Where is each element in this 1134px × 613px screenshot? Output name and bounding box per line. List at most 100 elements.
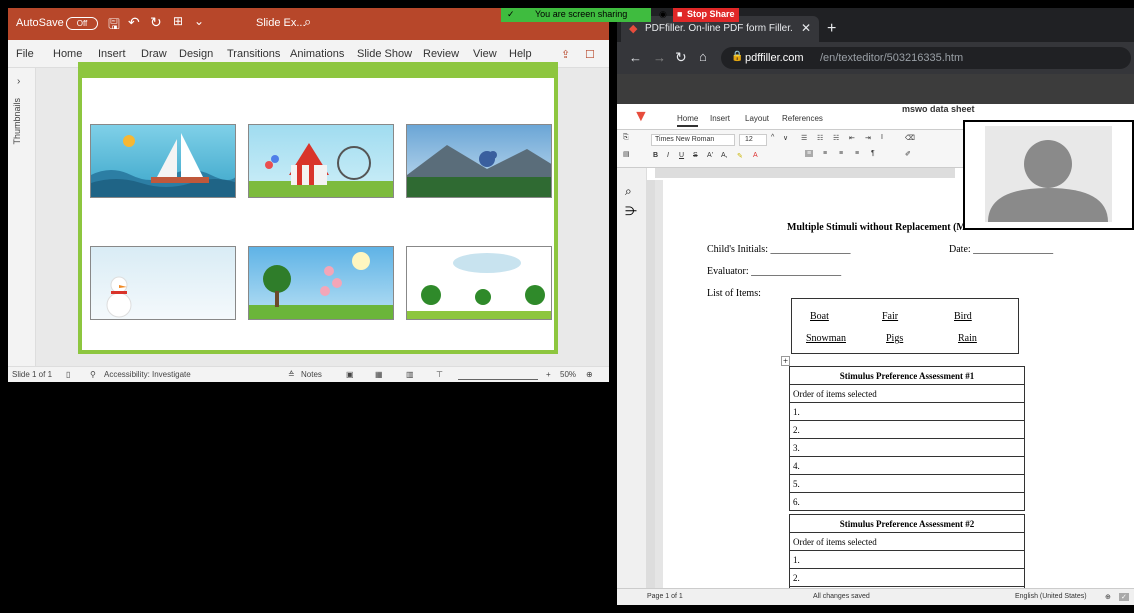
tab-transitions[interactable]: Transitions [227, 48, 280, 60]
snowman-image[interactable] [90, 246, 236, 320]
share-icon[interactable]: ⇪ [561, 48, 570, 61]
pigs-image[interactable] [248, 246, 394, 320]
notes-icon[interactable]: ≙ [288, 370, 295, 379]
subscript-icon[interactable]: A, [721, 152, 728, 159]
share-options-icon[interactable]: ◉ [659, 9, 667, 20]
tab-home[interactable]: Home [53, 48, 82, 60]
italic-icon[interactable]: I [667, 152, 669, 159]
eraser-icon[interactable]: ⌫ [905, 134, 915, 142]
undo-icon[interactable]: ↶ [128, 14, 140, 31]
editor-tab-references[interactable]: References [782, 114, 823, 123]
notes-button[interactable]: Notes [301, 370, 322, 379]
format-painter-icon[interactable]: ✐ [905, 150, 911, 158]
back-icon[interactable]: ← [629, 50, 642, 65]
decrease-indent-icon[interactable]: ⇤ [849, 134, 855, 142]
document-title[interactable]: Slide Ex... [256, 17, 306, 29]
bird-image[interactable] [406, 124, 552, 198]
superscript-icon[interactable]: A' [707, 152, 713, 159]
paste-icon[interactable]: ▤ [623, 150, 630, 158]
tab-draw[interactable]: Draw [141, 48, 167, 60]
paragraph-icon[interactable]: ¶ [871, 150, 875, 157]
customize-icon[interactable]: ⌄ [194, 14, 204, 28]
editor-tab-home[interactable]: Home [677, 114, 699, 127]
normal-view-icon[interactable]: ▣ [346, 370, 354, 379]
lock-icon[interactable]: 🔒 [731, 51, 743, 62]
fit-to-window-icon[interactable]: ⊕ [586, 370, 593, 379]
expand-chevron-icon[interactable]: › [17, 76, 20, 87]
align-left-icon[interactable]: ≡ [805, 150, 814, 157]
decrease-font-icon[interactable]: ∨ [783, 134, 788, 142]
font-size-select[interactable]: 12 [739, 134, 767, 146]
bullets-icon[interactable]: ☰ [801, 134, 807, 142]
table-move-handle-icon[interactable]: + [781, 356, 791, 366]
accessibility-status[interactable]: Accessibility: Investigate [104, 370, 191, 379]
highlight-icon[interactable]: ✎ [737, 152, 743, 160]
table-row[interactable]: 2. [789, 568, 1025, 587]
justify-icon[interactable]: ≡ [855, 150, 859, 157]
reload-icon[interactable]: ↻ [675, 49, 687, 66]
forward-icon[interactable]: → [653, 50, 666, 65]
slideshow-icon[interactable]: ⊤ [436, 370, 443, 379]
tab-design[interactable]: Design [179, 48, 213, 60]
numbering-icon[interactable]: ☷ [817, 134, 823, 142]
table-row[interactable]: 5. [789, 474, 1025, 493]
reading-view-icon[interactable]: ▥ [406, 370, 414, 379]
table-row[interactable]: 1. [789, 550, 1025, 569]
autosave-toggle[interactable]: Off [66, 17, 98, 30]
increase-font-icon[interactable]: ^ [771, 134, 774, 141]
increase-indent-icon[interactable]: ⇥ [865, 134, 871, 142]
close-tab-icon[interactable]: ✕ [801, 21, 811, 35]
stop-share-button[interactable]: ■ Stop Share [673, 8, 739, 22]
zoom-in-icon[interactable]: + [546, 370, 551, 379]
table-row[interactable]: 6. [789, 492, 1025, 511]
zoom-slider[interactable] [458, 368, 538, 380]
redo-icon[interactable]: ↻ [150, 14, 162, 31]
table-row[interactable]: 4. [789, 456, 1025, 475]
url-field[interactable]: 🔒 pdffiller.com /en/texteditor/503216335… [721, 47, 1131, 69]
multilevel-list-icon[interactable]: ☵ [833, 134, 839, 142]
tab-help[interactable]: Help [509, 48, 532, 60]
order-label[interactable]: Order of items selected [789, 532, 1025, 551]
font-name-select[interactable]: Times New Roman [651, 134, 735, 146]
home-icon[interactable]: ⌂ [699, 49, 707, 64]
navigation-icon[interactable]: ⋺ [625, 204, 637, 218]
globe-icon[interactable]: ⊕ [1105, 593, 1111, 601]
comments-icon[interactable]: ☐ [585, 48, 595, 61]
table-row[interactable]: 1. [789, 402, 1025, 421]
rain-image[interactable] [406, 246, 552, 320]
assessment-1-table[interactable]: Stimulus Preference Assessment #1 Order … [789, 366, 1025, 511]
align-right-icon[interactable]: ≡ [839, 150, 843, 157]
vertical-ruler[interactable] [647, 180, 655, 588]
font-color-icon[interactable]: A [753, 152, 758, 159]
copy-icon[interactable]: ⎘ [623, 134, 629, 142]
search-icon[interactable]: ⌕ [304, 14, 311, 30]
slide-sorter-icon[interactable]: ▦ [375, 370, 383, 379]
accessibility-icon[interactable]: ⚲ [90, 370, 96, 379]
new-tab-icon[interactable]: + [827, 20, 836, 38]
tab-review[interactable]: Review [423, 48, 459, 60]
zoom-level[interactable]: 50% [560, 370, 576, 379]
language-status[interactable]: English (United States) [1015, 593, 1087, 600]
table-row[interactable]: 2. [789, 420, 1025, 439]
text-direction-icon[interactable]: I [881, 134, 883, 141]
tab-slide-show[interactable]: Slide Show [357, 48, 412, 60]
spellcheck-icon[interactable]: ✓ [1119, 593, 1129, 601]
bold-icon[interactable]: B [653, 152, 658, 159]
thumbnails-pane[interactable]: › Thumbnails [8, 68, 36, 366]
underline-icon[interactable]: U [679, 152, 684, 159]
order-label[interactable]: Order of items selected [789, 384, 1025, 403]
sailboat-image[interactable] [90, 124, 236, 198]
notes-view-icon[interactable]: ▯ [66, 370, 70, 379]
tab-animations[interactable]: Animations [290, 48, 344, 60]
editor-tab-layout[interactable]: Layout [745, 114, 769, 123]
fair-image[interactable] [248, 124, 394, 198]
save-icon[interactable]: 🖫 [108, 14, 120, 38]
document-page[interactable]: Multiple Stimuli without Replacement (MS… [663, 180, 1134, 605]
table-row[interactable]: 3. [789, 438, 1025, 457]
tab-file[interactable]: File [16, 48, 34, 60]
slide[interactable] [78, 62, 558, 354]
search-icon[interactable]: ⌕ [625, 184, 632, 199]
tab-insert[interactable]: Insert [98, 48, 126, 60]
strikethrough-icon[interactable]: S [693, 152, 698, 159]
present-icon[interactable]: ⊞ [173, 14, 183, 28]
